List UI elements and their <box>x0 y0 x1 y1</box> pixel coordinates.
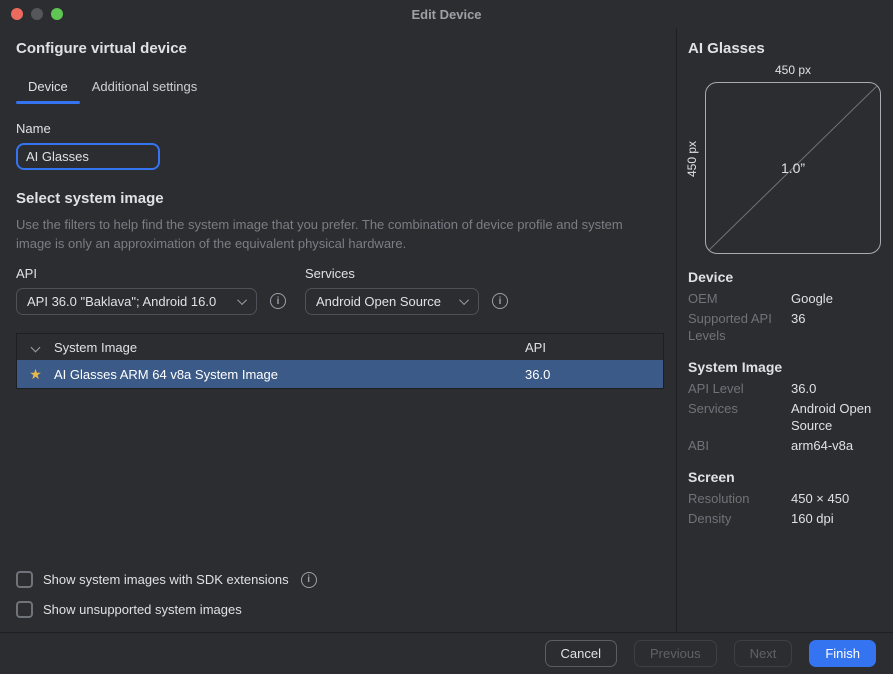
show-sdk-extensions-label: Show system images with SDK extensions <box>43 572 289 587</box>
api-filter-group: API API 36.0 "Baklava"; Android 16.0 <box>16 266 257 315</box>
info-row: Services Android Open Source <box>688 400 881 434</box>
title-bar: Edit Device <box>0 0 893 28</box>
services-filter-value: Android Open Source <box>316 294 441 309</box>
show-sdk-extensions-checkbox[interactable] <box>16 571 33 588</box>
info-row: Resolution 450 × 450 <box>688 490 881 507</box>
device-summary-title: AI Glasses <box>688 40 881 57</box>
services-value: Android Open Source <box>791 400 881 434</box>
screen-preview-box: 1.0” <box>705 82 881 254</box>
chevron-down-icon <box>31 342 41 352</box>
info-row: API Level 36.0 <box>688 380 881 397</box>
edit-device-dialog: Edit Device Configure virtual device Dev… <box>0 0 893 674</box>
screen-section-heading: Screen <box>688 469 881 485</box>
star-cell[interactable]: ★ <box>17 367 54 381</box>
services-filter-select[interactable]: Android Open Source <box>305 288 479 315</box>
chevron-down-icon <box>459 295 469 305</box>
system-image-section: System Image API Level 36.0 Services And… <box>688 359 881 454</box>
dialog-footer: Cancel Previous Next Finish <box>0 632 893 674</box>
info-row: ABI arm64-v8a <box>688 437 881 454</box>
system-image-section-heading: System Image <box>688 359 881 375</box>
api-filter-value: API 36.0 "Baklava"; Android 16.0 <box>27 294 216 309</box>
zoom-window-icon[interactable] <box>51 8 63 20</box>
screen-width-label: 450 px <box>705 63 881 77</box>
screen-diagonal-size: 1.0” <box>781 160 805 176</box>
table-header-row: System Image API <box>17 334 663 360</box>
screen-section: Screen Resolution 450 × 450 Density 160 … <box>688 469 881 527</box>
device-section: Device OEM Google Supported API Levels 3… <box>688 269 881 344</box>
name-input[interactable] <box>16 143 160 170</box>
density-label: Density <box>688 510 791 527</box>
services-info-icon[interactable]: i <box>492 293 508 309</box>
tab-bar: Device Additional settings <box>16 73 666 104</box>
resolution-label: Resolution <box>688 490 791 507</box>
services-filter-label: Services <box>305 266 479 281</box>
page-title: Configure virtual device <box>16 40 666 57</box>
system-image-description: Use the filters to help find the system … <box>16 215 661 253</box>
info-row: OEM Google <box>688 290 881 307</box>
column-header-api[interactable]: API <box>525 340 663 355</box>
screen-height-label: 450 px <box>685 141 699 177</box>
services-label: Services <box>688 400 791 434</box>
minimize-window-icon <box>31 8 43 20</box>
window-title: Edit Device <box>411 7 481 22</box>
select-system-image-heading: Select system image <box>16 190 666 207</box>
abi-value: arm64-v8a <box>791 437 881 454</box>
filters-row: API API 36.0 "Baklava"; Android 16.0 i S… <box>16 266 666 315</box>
system-image-table: System Image API ★ AI Glasses ARM 64 v8a… <box>16 333 664 389</box>
screen-preview: 450 px 1.0” 450 px <box>688 63 881 254</box>
row-system-image-name: AI Glasses ARM 64 v8a System Image <box>54 367 525 382</box>
info-row: Supported API Levels 36 <box>688 310 881 344</box>
resolution-value: 450 × 450 <box>791 490 881 507</box>
dialog-body: Configure virtual device Device Addition… <box>0 28 893 632</box>
info-row: Density 160 dpi <box>688 510 881 527</box>
api-level-label: API Level <box>688 380 791 397</box>
device-section-heading: Device <box>688 269 881 285</box>
tab-device[interactable]: Device <box>16 73 80 103</box>
configure-pane: Configure virtual device Device Addition… <box>0 28 676 632</box>
sdk-extensions-info-icon[interactable]: i <box>301 572 317 588</box>
previous-button[interactable]: Previous <box>634 640 717 667</box>
window-controls <box>11 8 63 20</box>
api-info-icon[interactable]: i <box>270 293 286 309</box>
table-row[interactable]: ★ AI Glasses ARM 64 v8a System Image 36.… <box>17 360 663 388</box>
column-header-system-image[interactable]: System Image <box>54 340 525 355</box>
show-unsupported-images-label: Show unsupported system images <box>43 602 242 617</box>
star-icon: ★ <box>29 367 42 381</box>
supported-api-levels-label: Supported API Levels <box>688 310 791 344</box>
next-button[interactable]: Next <box>734 640 793 667</box>
finish-button[interactable]: Finish <box>809 640 876 667</box>
device-summary-pane: AI Glasses 450 px 1.0” 450 px Device OEM… <box>676 28 893 632</box>
unsupported-images-check-row: Show unsupported system images <box>16 601 666 618</box>
checkbox-group: Show system images with SDK extensions i… <box>16 558 666 618</box>
row-api-level: 36.0 <box>525 367 663 382</box>
supported-api-levels-value: 36 <box>791 310 881 344</box>
oem-label: OEM <box>688 290 791 307</box>
cancel-button[interactable]: Cancel <box>545 640 617 667</box>
abi-label: ABI <box>688 437 791 454</box>
api-filter-label: API <box>16 266 257 281</box>
show-unsupported-images-checkbox[interactable] <box>16 601 33 618</box>
oem-value: Google <box>791 290 881 307</box>
density-value: 160 dpi <box>791 510 881 527</box>
api-level-value: 36.0 <box>791 380 881 397</box>
chevron-down-icon <box>237 295 247 305</box>
services-filter-group: Services Android Open Source <box>305 266 479 315</box>
name-label: Name <box>16 121 666 136</box>
tab-additional-settings[interactable]: Additional settings <box>80 73 210 103</box>
sdk-extensions-check-row: Show system images with SDK extensions i <box>16 571 666 588</box>
api-filter-select[interactable]: API 36.0 "Baklava"; Android 16.0 <box>16 288 257 315</box>
table-collapse-cell[interactable] <box>17 344 54 351</box>
close-window-icon[interactable] <box>11 8 23 20</box>
